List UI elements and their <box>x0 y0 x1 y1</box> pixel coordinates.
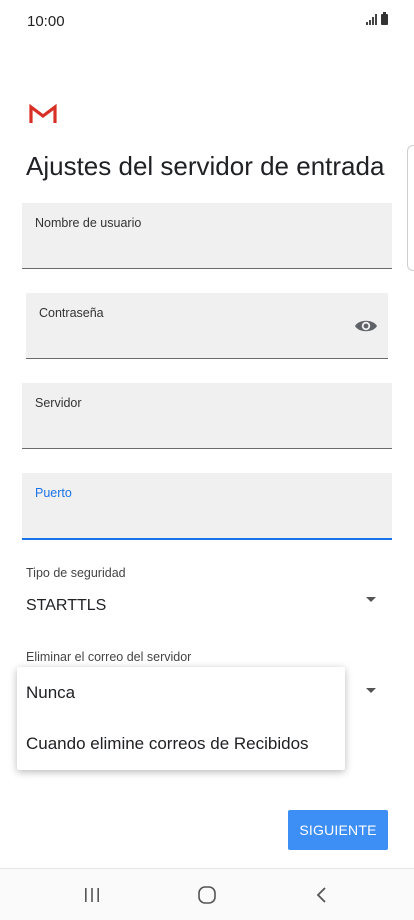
recent-apps-button[interactable] <box>52 869 132 920</box>
security-type-label: Tipo de seguridad <box>26 566 126 580</box>
port-field[interactable]: Puerto <box>22 473 392 540</box>
recent-apps-icon <box>85 888 99 902</box>
home-button[interactable] <box>167 869 247 920</box>
password-input[interactable] <box>39 327 344 351</box>
password-field[interactable]: Contraseña <box>26 293 388 359</box>
battery-icon <box>381 12 388 25</box>
security-dropdown-arrow-icon[interactable] <box>366 597 376 602</box>
password-label: Contraseña <box>39 306 104 320</box>
back-button[interactable] <box>282 869 362 920</box>
next-button[interactable]: SIGUIENTE <box>288 810 388 850</box>
status-time: 10:00 <box>27 13 65 30</box>
back-icon <box>316 887 326 903</box>
page-title: Ajustes del servidor de entrada <box>26 151 385 181</box>
security-type-select[interactable]: STARTTLS <box>26 597 106 615</box>
username-field[interactable]: Nombre de usuario <box>22 203 392 269</box>
port-input[interactable] <box>35 507 379 531</box>
server-label: Servidor <box>35 396 82 410</box>
username-label: Nombre de usuario <box>35 216 142 230</box>
signal-icon <box>366 14 377 25</box>
menu-item-when-deleted-from-inbox[interactable]: Cuando elimine correos de Recibidos <box>17 719 345 769</box>
menu-item-never[interactable]: Nunca <box>17 668 345 718</box>
server-field[interactable]: Servidor <box>22 383 392 449</box>
delete-from-server-label: Eliminar el correo del servidor <box>26 650 192 664</box>
home-icon <box>198 886 216 904</box>
delete-option-menu: Nunca Cuando elimine correos de Recibido… <box>17 667 345 770</box>
username-input[interactable] <box>35 237 379 261</box>
port-label: Puerto <box>35 486 72 500</box>
scroll-indicator <box>407 145 414 271</box>
delete-dropdown-arrow-icon[interactable] <box>366 688 376 693</box>
status-icons <box>366 12 388 25</box>
eye-icon[interactable] <box>354 317 378 335</box>
status-bar: 10:00 <box>0 0 414 44</box>
server-input[interactable] <box>35 417 379 441</box>
gmail-logo-icon <box>29 104 57 123</box>
navigation-bar <box>0 868 414 920</box>
